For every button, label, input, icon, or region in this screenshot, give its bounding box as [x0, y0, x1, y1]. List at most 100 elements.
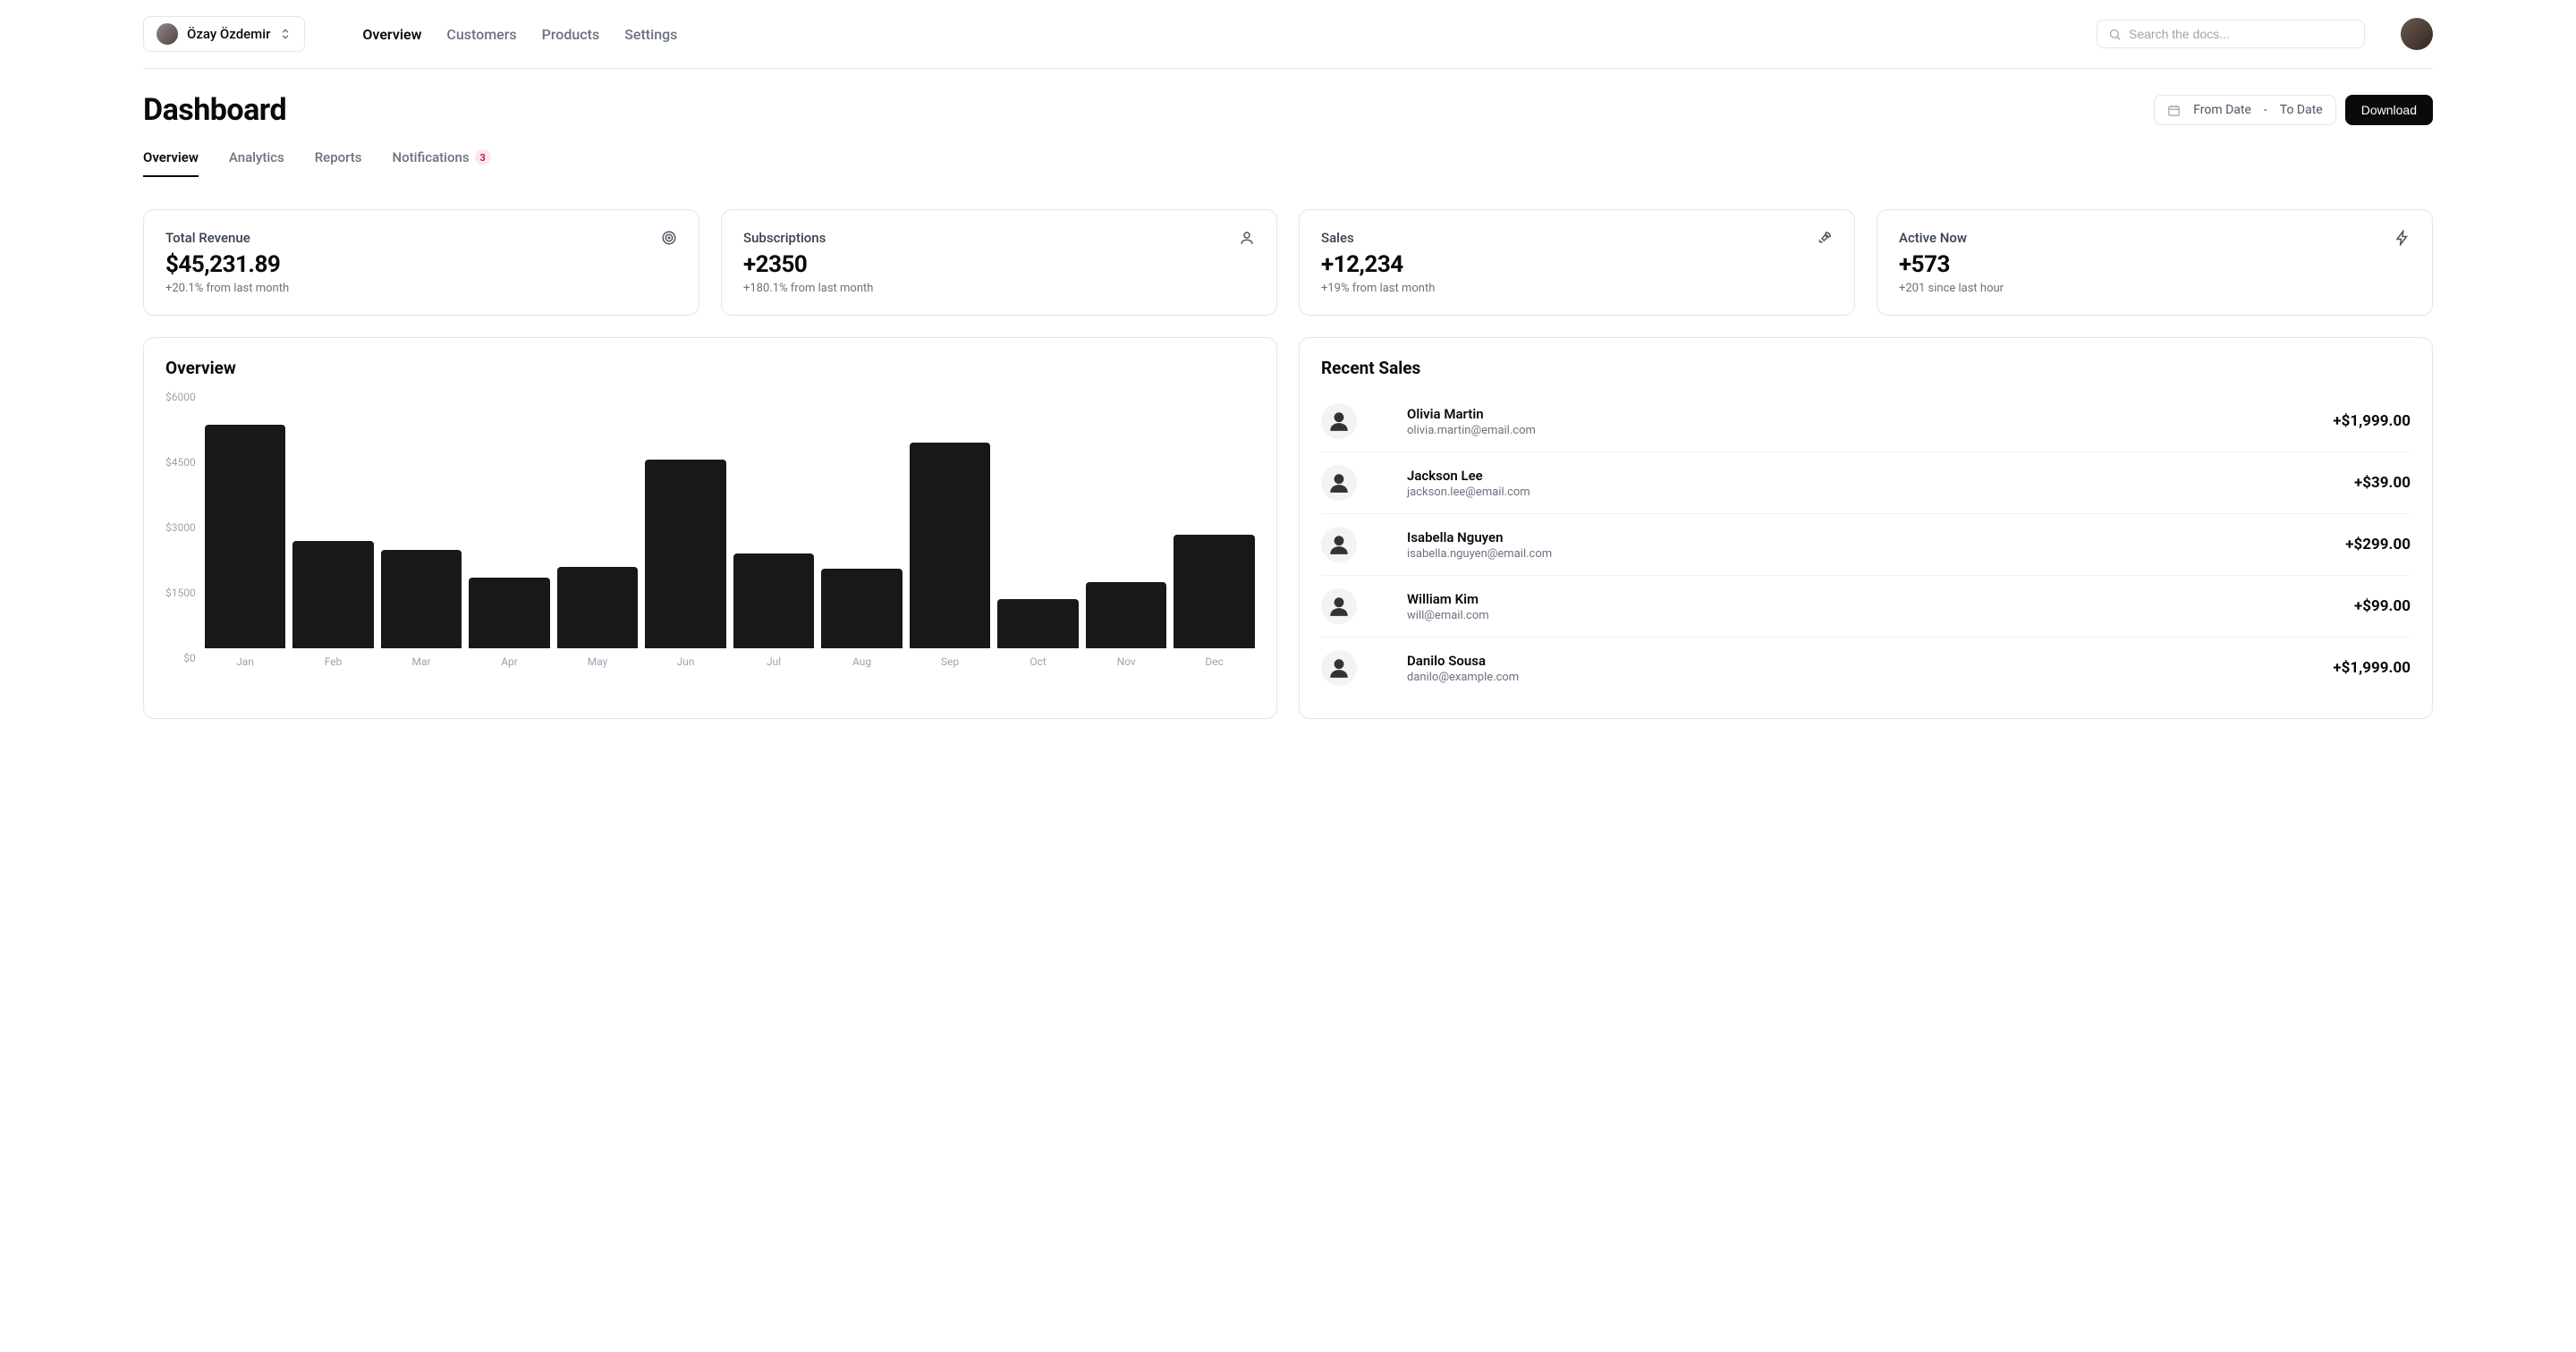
bars-container [205, 391, 1255, 648]
bar-oct [997, 599, 1079, 648]
stat-value: +573 [1899, 251, 2411, 278]
search-box[interactable] [2097, 20, 2365, 48]
rocket-icon [1817, 230, 1833, 246]
sale-amount: +$39.00 [2354, 474, 2411, 492]
y-tick: $3000 [165, 521, 196, 534]
download-button[interactable]: Download [2345, 95, 2433, 125]
sale-row: Olivia Martin olivia.martin@email.com +$1,… [1321, 391, 2411, 452]
x-label: May [557, 655, 639, 668]
sale-row: Jackson Leejackson.lee@email.com +$39.00 [1321, 452, 2411, 514]
x-label: Jul [733, 655, 815, 668]
stat-card-active: Active Now +573 +201 since last hour [1877, 209, 2433, 316]
x-label: Nov [1086, 655, 1167, 668]
stat-sub: +180.1% from last month [743, 282, 1255, 295]
nav-settings[interactable]: Settings [624, 26, 677, 43]
sale-avatar [1321, 588, 1357, 624]
panel-title: Overview [165, 358, 1255, 378]
calendar-icon [2167, 104, 2181, 117]
x-label: Mar [381, 655, 462, 668]
dashboard-tabs: Overview Analytics Reports Notifications… [143, 149, 2433, 177]
stat-label: Active Now [1899, 230, 1967, 246]
bar-dec [1174, 535, 1255, 648]
team-avatar [157, 23, 178, 45]
sale-name: Olivia Martin [1407, 406, 2283, 422]
sale-amount: +$99.00 [2354, 597, 2411, 615]
sale-name: Isabella Nguyen [1407, 529, 2295, 545]
stat-sub: +20.1% from last month [165, 282, 677, 295]
page-title: Dashboard [143, 92, 286, 128]
bar-mar [381, 550, 462, 648]
x-label: Jun [645, 655, 726, 668]
tab-analytics[interactable]: Analytics [229, 149, 284, 176]
sale-avatar [1321, 403, 1357, 439]
stat-label: Total Revenue [165, 230, 250, 246]
user-avatar[interactable] [2401, 18, 2433, 50]
bar-jul [733, 553, 815, 648]
sale-avatar [1321, 527, 1357, 562]
sale-email: olivia.martin@email.com [1407, 424, 2283, 437]
stat-label: Sales [1321, 230, 1354, 246]
stat-card-revenue: Total Revenue $45,231.89 +20.1% from las… [143, 209, 699, 316]
nav-customers[interactable]: Customers [446, 26, 516, 43]
sale-info: William Kim will@email.com [1407, 591, 2304, 622]
x-label: Apr [469, 655, 550, 668]
sale-info: Olivia Martin olivia.martin@email.com [1407, 406, 2283, 437]
user-icon [1239, 230, 1255, 246]
panel-title: Recent Sales [1321, 358, 2411, 378]
nav-products[interactable]: Products [542, 26, 600, 43]
y-axis: $6000$4500$3000$1500$0 [165, 391, 196, 668]
top-header: Özay Özdemir Overview Customers Products… [143, 16, 2433, 69]
sale-avatar [1321, 465, 1357, 501]
zap-icon [2394, 230, 2411, 246]
stat-value: $45,231.89 [165, 251, 677, 278]
x-label: Feb [292, 655, 374, 668]
page-actions: From Date - To Date Download [2154, 95, 2433, 125]
x-label: Oct [997, 655, 1079, 668]
date-from-label: From Date [2193, 103, 2251, 117]
main-nav: Overview Customers Products Settings [362, 26, 677, 43]
sale-info: Jackson Leejackson.lee@email.com [1407, 468, 2304, 499]
page-head: Dashboard From Date - To Date Download [143, 92, 2433, 128]
stat-card-sales: Sales +12,234 +19% from last month [1299, 209, 1855, 316]
sale-avatar [1321, 650, 1357, 686]
tab-notifications[interactable]: Notifications 3 [393, 149, 491, 176]
bar-apr [469, 578, 550, 648]
sale-email: will@email.com [1407, 609, 2304, 622]
notifications-badge: 3 [475, 149, 491, 165]
bar-nov [1086, 582, 1167, 648]
sale-row: William Kim will@email.com +$99.00 [1321, 576, 2411, 638]
date-range-picker[interactable]: From Date - To Date [2154, 95, 2336, 125]
sale-row: Danilo Sousadanilo@example.com+$1,999.00 [1321, 638, 2411, 698]
stat-value: +12,234 [1321, 251, 1833, 278]
y-tick: $1500 [165, 587, 196, 599]
stat-sub: +19% from last month [1321, 282, 1833, 295]
date-to-label: To Date [2280, 103, 2323, 117]
sale-row: Isabella Nguyen isabella.nguyen@email.com… [1321, 514, 2411, 576]
tab-reports[interactable]: Reports [315, 149, 362, 176]
sale-info: Danilo Sousadanilo@example.com [1407, 653, 2283, 684]
target-icon [661, 230, 677, 246]
nav-overview[interactable]: Overview [362, 26, 421, 43]
bar-sep [910, 443, 991, 648]
sale-amount: +$1,999.00 [2333, 412, 2411, 430]
team-switcher[interactable]: Özay Özdemir [143, 16, 305, 52]
sale-name: William Kim [1407, 591, 2304, 607]
sale-name: Danilo Sousa [1407, 653, 2283, 669]
sale-email: isabella.nguyen@email.com [1407, 547, 2295, 561]
search-input[interactable] [2129, 27, 2353, 41]
team-name: Özay Özdemir [187, 26, 270, 42]
stats-grid: Total Revenue $45,231.89 +20.1% from las… [143, 209, 2433, 316]
x-label: Jan [205, 655, 286, 668]
sales-list: Olivia Martin olivia.martin@email.com +$1,… [1321, 391, 2411, 698]
tab-overview[interactable]: Overview [143, 149, 199, 176]
bar-jun [645, 460, 726, 648]
bar-aug [821, 569, 902, 648]
overview-chart-panel: Overview $6000$4500$3000$1500$0 JanFebMa… [143, 337, 1277, 719]
x-label: Sep [910, 655, 991, 668]
sale-amount: +$299.00 [2345, 536, 2411, 553]
sale-email: jackson.lee@email.com [1407, 486, 2304, 499]
main-grid: Overview $6000$4500$3000$1500$0 JanFebMa… [143, 337, 2433, 719]
stat-value: +2350 [743, 251, 1255, 278]
bar-chart: $6000$4500$3000$1500$0 JanFebMarAprMayJu… [165, 391, 1255, 668]
bar-may [557, 567, 639, 648]
